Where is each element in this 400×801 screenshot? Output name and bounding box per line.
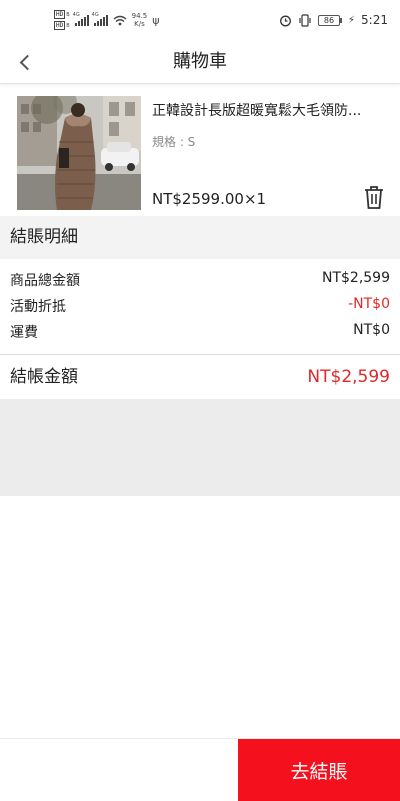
signal-strength-2-icon: 4G xyxy=(92,12,108,26)
divider xyxy=(0,354,400,355)
cart-item: 正韓設計長版超暖寬鬆大毛領防... 規格 : S NT$2599.00×1 xyxy=(0,92,400,214)
total-label: 結帳金額 xyxy=(10,367,78,387)
shipping-row: 運費 NT$0 xyxy=(0,318,400,344)
wifi-icon xyxy=(113,15,127,25)
discount-label: 活動折抵 xyxy=(10,299,66,315)
sim1-badge: HD xyxy=(54,10,66,19)
status-icons-right: 86 ⚡ 5:21 xyxy=(279,13,388,27)
battery-icon: 86 xyxy=(318,14,343,26)
subtotal-row: 商品總金額 NT$2,599 xyxy=(0,266,400,292)
section-title: 結賬明細 xyxy=(10,227,78,247)
network-speed: 94.5 K/s xyxy=(131,12,148,28)
status-icons-left: HD B HD B 4G 4G 94.5 K/s ψ xyxy=(54,10,160,30)
bottom-bar: 去結賬 xyxy=(0,738,400,801)
vibrate-icon xyxy=(299,13,311,27)
checkout-details-header: 結賬明細 xyxy=(0,216,400,259)
discount-row: 活動折抵 -NT$0 xyxy=(0,292,400,318)
summary-list: 商品總金額 NT$2,599 活動折抵 -NT$0 運費 NT$0 xyxy=(0,266,400,344)
checkout-button[interactable]: 去結賬 xyxy=(238,739,400,801)
usb-icon: ψ xyxy=(152,13,160,27)
app-header: 購物車 xyxy=(0,40,400,84)
sim-indicators: HD B HD B xyxy=(54,10,70,30)
signal-strength-icon: 4G xyxy=(73,12,89,26)
subtotal-label: 商品總金額 xyxy=(10,273,80,289)
sim2-badge: HD xyxy=(54,21,66,30)
charging-icon: ⚡ xyxy=(348,14,356,26)
discount-value: -NT$0 xyxy=(348,296,390,312)
spacer-block xyxy=(0,399,400,496)
product-spec: 規格 : S xyxy=(152,135,196,149)
product-photo-icon xyxy=(17,96,141,210)
product-price: NT$2599.00×1 xyxy=(152,190,267,208)
product-image[interactable] xyxy=(17,96,141,210)
alarm-icon xyxy=(280,15,291,26)
status-bar: HD B HD B 4G 4G 94.5 K/s ψ 86 ⚡ 5:21 xyxy=(0,0,400,40)
total-row: 結帳金額 NT$2,599 xyxy=(0,356,400,398)
trash-icon[interactable] xyxy=(362,184,386,210)
page-title: 購物車 xyxy=(173,51,227,72)
shipping-value: NT$0 xyxy=(353,322,390,338)
product-name[interactable]: 正韓設計長版超暖寬鬆大毛領防... xyxy=(152,100,392,120)
shipping-label: 運費 xyxy=(10,325,38,341)
status-time: 5:21 xyxy=(361,13,388,27)
total-value: NT$2,599 xyxy=(307,367,390,387)
subtotal-value: NT$2,599 xyxy=(321,270,390,286)
